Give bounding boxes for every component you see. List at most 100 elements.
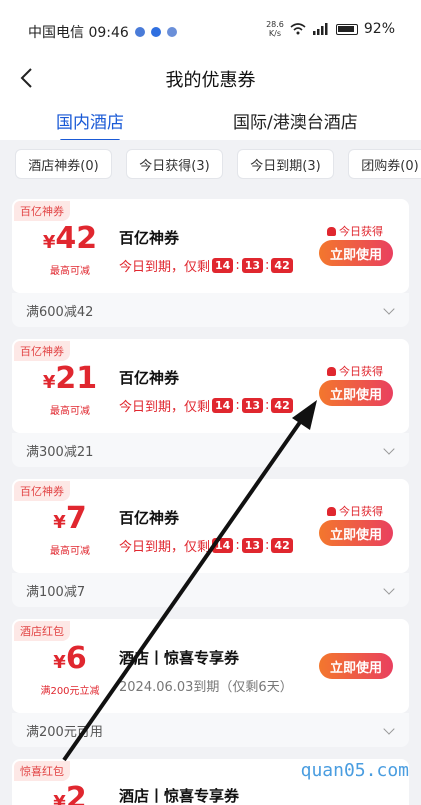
coupon-amount: ¥21 (38, 361, 102, 396)
tab-domestic-label: 国内酒店 (56, 113, 124, 133)
battery-level: 92% (363, 21, 395, 37)
coupon-card[interactable]: 百亿神券 ¥21 最高可减 百亿神券 今日到期，仅剩 14:13:42 今日获得… (12, 339, 409, 433)
timer-seconds: 42 (271, 258, 293, 273)
amount-note: 最高可减 (50, 266, 90, 277)
coupon-card[interactable]: 酒店红包 ¥6 满200元立减 酒店丨惊喜专享券 2024.06.03到期（仅剩… (12, 619, 409, 713)
timer-minutes: 13 (241, 538, 264, 553)
battery-icon (335, 23, 358, 35)
page-title: 我的优惠券 (165, 70, 256, 91)
coupon-amount: ¥7 (38, 501, 102, 536)
coupon-tag: 酒店红包 (14, 621, 70, 641)
expiry-text: 今日到期，仅剩 (119, 540, 211, 555)
coupon-condition-row[interactable]: 满100减7 (12, 573, 409, 607)
coupon-amount: ¥2 (38, 781, 102, 805)
coupon-expiry: 今日到期，仅剩 14:13:42 (119, 536, 293, 555)
coupon-name: 酒店丨惊喜专享券 (119, 787, 240, 805)
timer-hours: 14 (212, 258, 234, 273)
filter-chip-hotel-coupon[interactable]: 酒店神券(0) (15, 149, 112, 179)
app-notification-icon (150, 27, 161, 37)
chevron-down-icon (383, 303, 395, 315)
bell-icon (327, 366, 336, 376)
coupon-tag: 百亿神券 (14, 201, 70, 221)
timer-minutes: 13 (241, 258, 264, 273)
gained-today-badge: 今日获得 (327, 223, 383, 239)
coupon-card[interactable]: 百亿神券 ¥42 最高可减 百亿神券 今日到期，仅剩 14:13:42 今日获得… (12, 199, 409, 293)
coupon-condition-row[interactable]: 满600减42 (12, 293, 409, 327)
amount-note: 最高可减 (50, 406, 90, 417)
gained-today-badge: 今日获得 (327, 503, 383, 519)
condition-text: 满100减7 (26, 585, 86, 600)
status-right: 28.6 K/s 92% (266, 20, 395, 38)
status-left: 中国电信 09:46 (28, 22, 177, 42)
use-now-button[interactable]: 立即使用 (319, 653, 393, 679)
filter-chip-today-expiring[interactable]: 今日到期(3) (237, 149, 334, 179)
coupon-tag: 惊喜红包 (14, 761, 70, 781)
carrier-time: 中国电信 09:46 (28, 25, 129, 41)
filter-chip-today-gained[interactable]: 今日获得(3) (126, 149, 223, 179)
watermark: quan05.com (300, 760, 409, 781)
chevron-down-icon (383, 443, 395, 455)
gained-text: 今日获得 (339, 505, 383, 518)
amount-value: 21 (55, 361, 98, 396)
coupon-amount: ¥6 (38, 641, 102, 676)
timer-hours: 14 (212, 538, 234, 553)
coupon-expiry: 今日到期，仅剩 14:13:42 (119, 396, 293, 415)
condition-text: 满200元可用 (26, 725, 103, 740)
use-now-button[interactable]: 立即使用 (319, 380, 393, 406)
tab-bar: 国内酒店 国际/港澳台酒店 (0, 100, 421, 142)
expiry-text: 今日到期，仅剩 (119, 260, 211, 275)
tab-international-label: 国际/港澳台酒店 (233, 113, 358, 133)
currency-symbol: ¥ (42, 232, 56, 253)
amount-value: 42 (55, 221, 98, 256)
currency-symbol: ¥ (53, 652, 66, 673)
coupon-expiry: 2024.06.03到期（仅剩6天） (119, 676, 293, 695)
coupon-condition-row[interactable]: 满200元可用 (12, 713, 409, 747)
timer-minutes: 13 (241, 398, 264, 413)
coupon-tag: 百亿神券 (14, 481, 70, 501)
amount-note: 最高可减 (50, 546, 90, 557)
notification-icon (134, 27, 145, 37)
coupon-name: 百亿神券 (119, 229, 180, 247)
timer-hours: 14 (212, 398, 234, 413)
gained-text: 今日获得 (339, 225, 383, 238)
speed-unit: K/s (268, 29, 282, 38)
condition-text: 满600减42 (26, 305, 94, 320)
signal-icon (312, 23, 328, 35)
gained-today-badge: 今日获得 (327, 363, 383, 379)
chevron-down-icon (383, 583, 395, 595)
coupon-name: 百亿神券 (119, 369, 180, 387)
wifi-icon (290, 23, 306, 35)
coupon-name: 酒店丨惊喜专享券 (119, 649, 240, 667)
condition-text: 满300减21 (26, 445, 94, 460)
currency-symbol: ¥ (42, 372, 56, 393)
amount-value: 2 (65, 781, 87, 805)
coupon-name: 百亿神券 (119, 509, 180, 527)
bell-icon (327, 506, 336, 516)
use-now-button[interactable]: 立即使用 (319, 520, 393, 546)
coupon-tag: 百亿神券 (14, 341, 70, 361)
amount-value: 6 (65, 641, 87, 676)
filter-chip-group-coupon[interactable]: 团购券(0) (348, 149, 421, 179)
gained-text: 今日获得 (339, 365, 383, 378)
status-bar: 中国电信 09:46 28.6 K/s 92% (0, 0, 421, 58)
nav-bar: 我的优惠券 (0, 58, 421, 100)
timer-seconds: 42 (271, 538, 293, 553)
currency-symbol: ¥ (53, 792, 66, 805)
expiry-text: 2024.06.03到期（仅剩6天） (119, 680, 293, 695)
expiry-text: 今日到期，仅剩 (119, 400, 211, 415)
chevron-down-icon (383, 723, 395, 735)
amount-note: 满200元立减 (40, 686, 100, 697)
coupon-expiry: 今日到期，仅剩 14:13:42 (119, 256, 293, 275)
tab-domestic-hotel[interactable]: 国内酒店 (56, 108, 124, 142)
amount-value: 7 (65, 501, 87, 536)
coupon-card[interactable]: 百亿神券 ¥7 最高可减 百亿神券 今日到期，仅剩 14:13:42 今日获得 … (12, 479, 409, 573)
app-notification-icon-2 (166, 27, 177, 37)
speed-value: 28.6 (266, 20, 284, 29)
currency-symbol: ¥ (53, 512, 66, 533)
use-now-button[interactable]: 立即使用 (319, 240, 393, 266)
tab-international-hotel[interactable]: 国际/港澳台酒店 (233, 108, 358, 133)
bell-icon (327, 226, 336, 236)
network-speed: 28.6 K/s (266, 20, 284, 38)
filter-bar: 酒店神券(0) 今日获得(3) 今日到期(3) 团购券(0) (0, 140, 421, 190)
coupon-condition-row[interactable]: 满300减21 (12, 433, 409, 467)
